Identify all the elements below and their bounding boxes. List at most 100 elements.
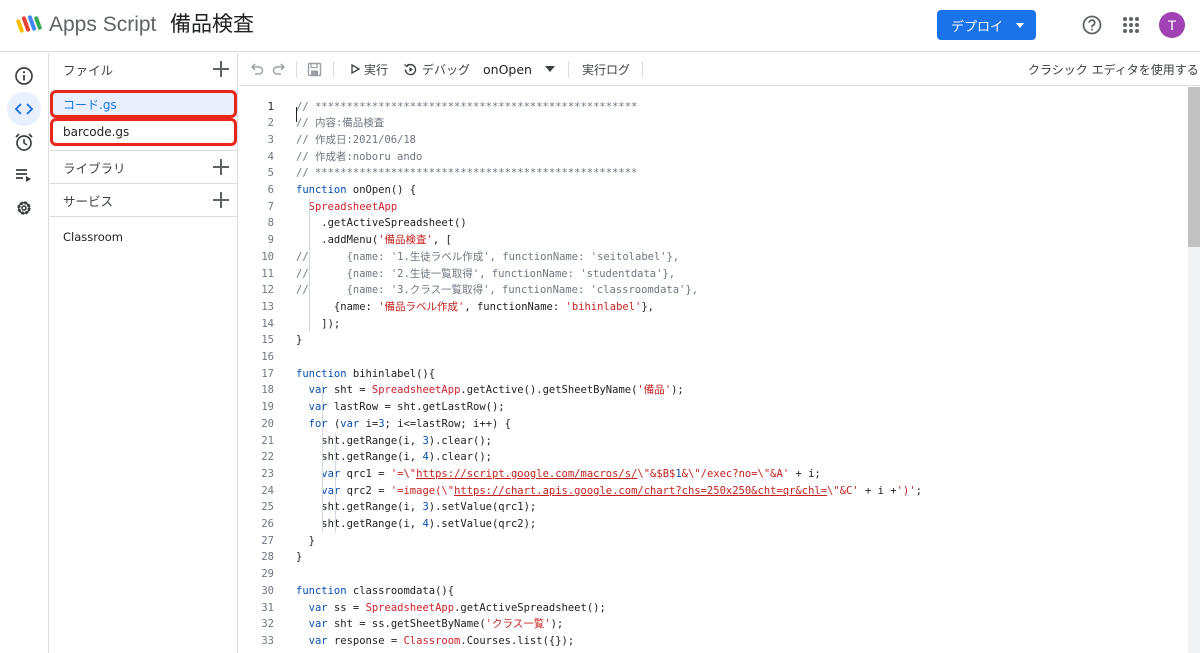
line-number: 18 <box>261 384 274 397</box>
overview-button[interactable] <box>7 59 41 93</box>
file-name: コード.gs <box>63 97 117 112</box>
code-editor[interactable]: 1 2 3 4 5 6 7 8 9 10 11 12 13 14 15 16 17 18 19 20 21 22 23 24 2… <box>239 87 1200 653</box>
toolbar-divider <box>568 61 569 78</box>
code-line[interactable]: function classroomdata(){ <box>296 583 454 600</box>
project-title[interactable]: 備品検査 <box>170 10 254 38</box>
deploy-button[interactable]: デプロイ <box>937 10 1036 40</box>
line-number: 24 <box>261 484 274 497</box>
add-service-icon[interactable] <box>213 192 229 208</box>
add-library-icon[interactable] <box>213 159 229 175</box>
dropdown-icon <box>545 66 555 72</box>
avatar[interactable]: T <box>1159 12 1185 38</box>
code-line[interactable]: // {name: '1.生徒ラベル作成', functionName: 'se… <box>296 249 679 266</box>
code-line[interactable]: // *************************************… <box>296 165 637 182</box>
code-line[interactable]: sht.getRange(i, 4).clear(); <box>296 449 492 466</box>
code-line[interactable]: SpreadsheetApp <box>296 199 398 216</box>
code-content[interactable]: // *************************************… <box>296 87 1186 653</box>
line-number: 11 <box>261 267 274 280</box>
file-item-code-gs[interactable]: コード.gs <box>50 90 237 118</box>
code-line[interactable]: // 内容:備品検査 <box>296 115 384 132</box>
toolbar-divider <box>642 61 643 78</box>
scrollbar-thumb[interactable] <box>1188 87 1200 247</box>
log-label: 実行ログ <box>582 62 631 77</box>
code-line[interactable]: } <box>296 533 315 550</box>
code-line[interactable]: sht.getRange(i, 3).clear(); <box>296 433 492 450</box>
line-number: 27 <box>261 534 274 547</box>
function-name: onOpen <box>483 61 532 77</box>
executions-button[interactable] <box>7 158 41 192</box>
code-line[interactable]: function bihinlabel(){ <box>296 366 435 383</box>
debug-icon <box>404 62 417 75</box>
toolbar-divider <box>333 61 334 78</box>
file-item-barcode-gs[interactable]: barcode.gs <box>50 118 237 146</box>
code-line[interactable]: function onOpen() { <box>296 182 416 199</box>
code-line[interactable]: var sht = SpreadsheetApp.getActive().get… <box>296 382 684 399</box>
indent-guide <box>309 215 310 316</box>
services-header-label: サービス <box>63 193 114 209</box>
code-line[interactable]: var qrc2 = '=image(\"https://chart.apis.… <box>296 483 922 500</box>
line-number: 25 <box>261 501 274 514</box>
line-number: 3 <box>267 133 274 146</box>
line-number: 26 <box>261 518 274 530</box>
debug-button[interactable]: デバッグ <box>403 53 470 85</box>
line-number: 5 <box>267 167 274 180</box>
code-icon <box>14 103 34 115</box>
code-line[interactable]: // {name: '3.クラス一覧取得', functionName: 'cl… <box>296 282 698 299</box>
settings-button[interactable] <box>7 191 41 225</box>
code-line[interactable]: } <box>296 332 302 349</box>
line-number: 28 <box>261 551 274 564</box>
classic-editor-link[interactable]: クラシック エディタを使用する <box>1028 53 1199 85</box>
line-number: 19 <box>261 401 274 414</box>
editor-button[interactable] <box>7 92 41 126</box>
files-panel: ファイル コード.gs barcode.gs ライブラリ サービス Classr… <box>50 53 238 653</box>
line-number: 12 <box>261 284 274 297</box>
code-line[interactable]: var sht = ss.getSheetByName('クラス一覧'); <box>296 616 564 633</box>
code-line[interactable]: for (var i=3; i<=lastRow; i++) { <box>296 416 511 433</box>
apps-script-logo[interactable] <box>16 13 44 37</box>
text-cursor <box>296 107 297 122</box>
line-number: 23 <box>261 467 274 480</box>
line-number: 13 <box>261 300 274 313</box>
add-file-icon[interactable] <box>213 61 229 77</box>
function-selector[interactable]: onOpen <box>483 53 557 85</box>
code-line[interactable]: var response = Classroom.Courses.list({}… <box>296 633 575 650</box>
triggers-button[interactable] <box>7 125 41 159</box>
line-number: 1 <box>267 100 274 113</box>
code-line[interactable]: // 作成者:noboru ando <box>296 149 422 166</box>
code-line[interactable]: // {name: '2.生徒一覧取得', functionName: 'stu… <box>296 266 675 283</box>
line-number: 31 <box>261 601 274 614</box>
code-line[interactable]: {name: '備品ラベル作成', functionName: 'bihinla… <box>296 299 654 316</box>
service-item-classroom[interactable]: Classroom <box>63 230 123 244</box>
line-number: 33 <box>261 634 274 647</box>
code-line[interactable]: } <box>296 549 302 566</box>
files-section-header: ファイル <box>50 53 237 85</box>
help-icon[interactable] <box>1081 14 1103 36</box>
run-button[interactable]: 実行 <box>349 53 388 85</box>
code-line[interactable]: var lastRow = sht.getLastRow(); <box>296 399 505 416</box>
libraries-header-label: ライブラリ <box>63 160 126 176</box>
left-rail <box>0 53 49 653</box>
code-line[interactable]: var qrc1 = '=\"https://script.google.com… <box>296 466 820 483</box>
run-label: 実行 <box>364 62 389 77</box>
code-line[interactable]: ]); <box>296 316 340 333</box>
code-line[interactable]: // *************************************… <box>296 99 637 116</box>
redo-button[interactable] <box>271 53 287 85</box>
execution-log-button[interactable]: 実行ログ <box>582 53 630 85</box>
apps-grid-icon[interactable] <box>1122 16 1140 34</box>
code-line[interactable]: .addMenu('備品検査', [ <box>296 232 452 249</box>
code-line[interactable]: var ss = SpreadsheetApp.getActiveSpreads… <box>296 600 606 617</box>
line-number: 20 <box>261 417 274 430</box>
line-number-gutter: 1 2 3 4 5 6 7 8 9 10 11 12 13 14 15 16 17 18 19 20 21 22 23 24 2… <box>239 87 289 653</box>
code-line[interactable]: sht.getRange(i, 4).setValue(qrc2); <box>296 516 536 533</box>
debug-label: デバッグ <box>422 62 471 77</box>
services-section-header: サービス <box>50 184 237 216</box>
code-line[interactable]: .getActiveSpreadsheet() <box>296 215 466 232</box>
undo-button[interactable] <box>249 53 265 85</box>
code-line[interactable]: sht.getRange(i, 3).setValue(qrc1); <box>296 499 536 516</box>
save-button[interactable] <box>307 53 322 85</box>
line-number: 29 <box>261 568 274 581</box>
save-icon <box>307 62 322 76</box>
line-number: 32 <box>261 618 274 631</box>
code-line[interactable]: // 作成日:2021/06/18 <box>296 132 416 149</box>
redo-icon <box>272 63 286 75</box>
